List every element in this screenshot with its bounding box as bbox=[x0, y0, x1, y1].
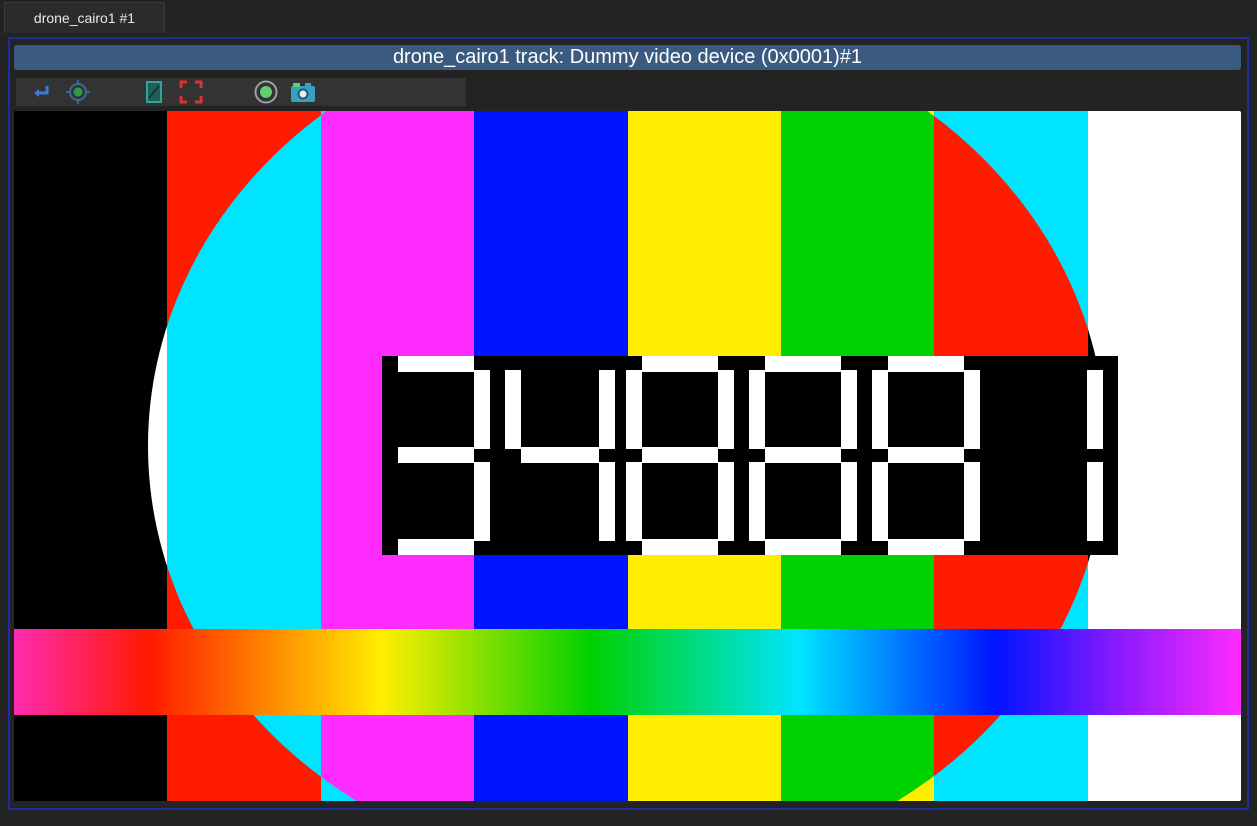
test-pattern-image bbox=[14, 111, 1241, 801]
target-icon bbox=[66, 80, 90, 104]
snapshot-button[interactable] bbox=[289, 78, 317, 106]
panel-title: drone_cairo1 track: Dummy video device (… bbox=[14, 45, 1241, 70]
fullscreen-button[interactable] bbox=[177, 78, 205, 106]
video-toolbar bbox=[16, 78, 466, 106]
return-button[interactable] bbox=[27, 78, 55, 106]
return-icon bbox=[34, 86, 49, 97]
tab-drone-cairo1[interactable]: drone_cairo1 #1 bbox=[4, 2, 165, 33]
fullscreen-icon bbox=[179, 80, 203, 104]
record-button[interactable] bbox=[252, 78, 280, 106]
timecode-box bbox=[382, 356, 1118, 555]
camera-icon bbox=[291, 83, 315, 102]
rainbow-band bbox=[14, 629, 1241, 715]
picture-frame-button[interactable] bbox=[140, 78, 168, 106]
tab-bar: drone_cairo1 #1 bbox=[0, 0, 1257, 34]
target-button[interactable] bbox=[64, 78, 92, 106]
record-icon bbox=[254, 80, 278, 104]
video-feed[interactable] bbox=[14, 111, 1241, 801]
picture-frame-icon bbox=[146, 81, 162, 103]
